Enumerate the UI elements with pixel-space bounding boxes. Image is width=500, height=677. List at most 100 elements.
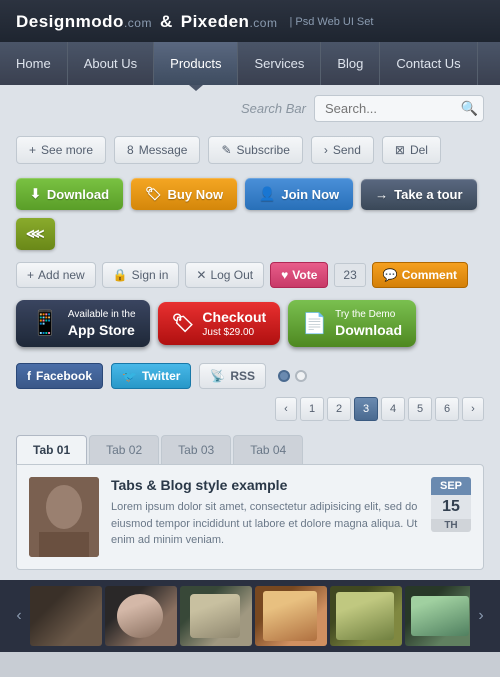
thumb-prev-button[interactable]: ‹ xyxy=(8,586,30,646)
social-row: f Facebook 🐦 Twitter 📡 RSS ‹ 1 2 3 4 5 6… xyxy=(0,357,500,429)
checkout-text: Checkout Just $29.00 xyxy=(202,308,266,339)
thumbnail-5[interactable] xyxy=(330,586,402,646)
buy-now-label: Buy Now xyxy=(168,187,224,202)
prev-page-button[interactable]: ‹ xyxy=(275,397,297,421)
x-icon: ✕ xyxy=(196,268,206,282)
search-label: Search Bar xyxy=(241,101,306,116)
blog-thumbnail-svg xyxy=(29,477,99,557)
download-button[interactable]: ⬇ Download xyxy=(16,178,123,210)
tab-04[interactable]: Tab 04 xyxy=(233,435,303,464)
thumbnail-images xyxy=(30,586,470,646)
user-icon: 👤 xyxy=(259,186,275,202)
main-content: Search Bar 🔍 + See more 8 Message ✎ Subs… xyxy=(0,85,500,652)
send-button[interactable]: › Send xyxy=(311,136,374,164)
share-button[interactable]: ⋘ xyxy=(16,218,55,250)
thumb-next-button[interactable]: › xyxy=(470,586,492,646)
share-icon: ⋘ xyxy=(26,226,45,242)
blog-image xyxy=(29,477,99,557)
del-label: Del xyxy=(410,143,428,157)
join-now-button[interactable]: 👤 Join Now xyxy=(245,178,353,210)
blog-body: Lorem ipsum dolor sit amet, consectetur … xyxy=(111,499,419,549)
nav-about[interactable]: About Us xyxy=(68,42,154,85)
rss-label: RSS xyxy=(230,369,255,383)
blog-title: Tabs & Blog style example xyxy=(111,477,419,493)
thumbnail-1[interactable] xyxy=(30,586,102,646)
tag-icon: 🏷 xyxy=(145,186,162,202)
message-label: Message xyxy=(139,143,188,157)
plus-icon: + xyxy=(29,143,36,157)
comment-button[interactable]: 💬 Comment xyxy=(372,262,468,288)
demo-icon: 📄 xyxy=(302,311,327,336)
lock-icon: 🔒 xyxy=(113,268,128,282)
tab-01[interactable]: Tab 01 xyxy=(16,435,87,464)
sign-in-label: Sign in xyxy=(132,268,169,282)
page-6-button[interactable]: 6 xyxy=(435,397,459,421)
heart-icon: ♥ xyxy=(281,268,288,282)
search-input[interactable] xyxy=(314,95,484,122)
blog-date-month: SEP xyxy=(431,477,471,495)
log-out-label: Log Out xyxy=(210,268,253,282)
subscribe-button[interactable]: ✎ Subscribe xyxy=(208,136,302,164)
next-page-button[interactable]: › xyxy=(462,397,484,421)
page-3-button[interactable]: 3 xyxy=(354,397,378,421)
blog-date-day: 15 xyxy=(431,495,471,519)
appstore-button[interactable]: 📱 Available in the App Store xyxy=(16,300,150,347)
nav-products[interactable]: Products xyxy=(154,42,238,85)
buy-now-button[interactable]: 🏷 Buy Now xyxy=(131,178,237,210)
nav-blog[interactable]: Blog xyxy=(321,42,380,85)
del-button[interactable]: ⊠ Del xyxy=(382,136,441,164)
del-icon: ⊠ xyxy=(395,143,405,157)
thumbnail-4[interactable] xyxy=(255,586,327,646)
tab-03[interactable]: Tab 03 xyxy=(161,435,231,464)
vote-button[interactable]: ♥ Vote xyxy=(270,262,328,288)
pagination: ‹ 1 2 3 4 5 6 › xyxy=(275,397,484,421)
demo-download-button[interactable]: 📄 Try the Demo Download xyxy=(288,300,416,347)
see-more-button[interactable]: + See more xyxy=(16,136,106,164)
sign-in-button[interactable]: 🔒 Sign in xyxy=(102,262,180,288)
add-new-button[interactable]: + Add new xyxy=(16,262,96,288)
checkout-button[interactable]: 🏷 Checkout Just $29.00 xyxy=(158,302,281,345)
header-subtitle: | Psd Web UI Set xyxy=(289,16,373,28)
radio-option-2[interactable] xyxy=(295,370,307,382)
tabs-row: Tab 01 Tab 02 Tab 03 Tab 04 xyxy=(0,429,500,464)
radio-option-1[interactable] xyxy=(278,370,290,382)
page-4-button[interactable]: 4 xyxy=(381,397,405,421)
rss-button[interactable]: 📡 RSS xyxy=(199,363,266,389)
page-2-button[interactable]: 2 xyxy=(327,397,351,421)
search-row: Search Bar 🔍 xyxy=(0,85,500,130)
blog-content: Tabs & Blog style example Lorem ipsum do… xyxy=(111,477,419,549)
twitter-button[interactable]: 🐦 Twitter xyxy=(111,363,191,389)
thumbnail-3[interactable] xyxy=(180,586,252,646)
main-nav: Home About Us Products Services Blog Con… xyxy=(0,42,500,85)
arrow-right-icon: → xyxy=(375,187,388,202)
apple-icon: 📱 xyxy=(30,309,60,338)
twitter-label: Twitter xyxy=(142,369,180,383)
page-1-button[interactable]: 1 xyxy=(300,397,324,421)
big-buttons-row: ⬇ Download 🏷 Buy Now 👤 Join Now → Take a… xyxy=(0,172,500,258)
subscribe-label: Subscribe xyxy=(237,143,290,157)
price-tag-icon: 🏷 xyxy=(172,313,195,334)
pencil-icon: ✎ xyxy=(221,143,231,157)
tab-02[interactable]: Tab 02 xyxy=(89,435,159,464)
nav-services[interactable]: Services xyxy=(238,42,321,85)
log-out-button[interactable]: ✕ Log Out xyxy=(185,262,264,288)
take-tour-button[interactable]: → Take a tour xyxy=(361,179,476,210)
nav-contact[interactable]: Contact Us xyxy=(380,42,477,85)
demo-text: Try the Demo Download xyxy=(335,308,402,339)
blog-card: Tabs & Blog style example Lorem ipsum do… xyxy=(16,464,484,570)
message-count-icon: 8 xyxy=(127,143,134,157)
page-5-button[interactable]: 5 xyxy=(408,397,432,421)
header: Designmodo.com & Pixeden.com | Psd Web U… xyxy=(0,0,500,42)
brand-pixeden: Pixeden.com xyxy=(181,12,278,32)
thumbnail-2[interactable] xyxy=(105,586,177,646)
facebook-button[interactable]: f Facebook xyxy=(16,363,103,389)
thumbnail-6[interactable] xyxy=(405,586,470,646)
message-button[interactable]: 8 Message xyxy=(114,136,200,164)
vote-count: 23 xyxy=(334,263,365,287)
rss-icon: 📡 xyxy=(210,369,225,383)
radio-group xyxy=(278,370,307,382)
search-button[interactable]: 🔍 xyxy=(461,100,478,117)
twitter-icon: 🐦 xyxy=(122,369,137,383)
nav-home[interactable]: Home xyxy=(0,42,68,85)
send-label: Send xyxy=(333,143,361,157)
